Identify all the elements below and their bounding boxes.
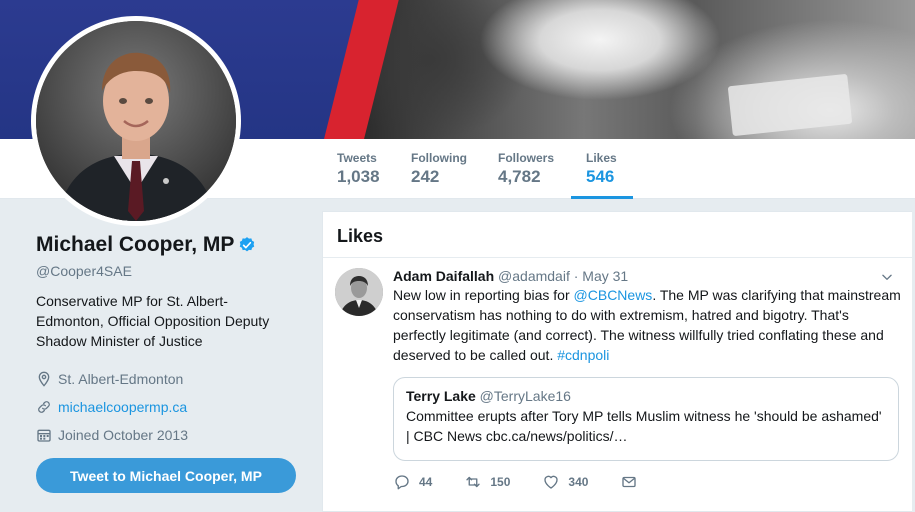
location-pin-icon (38, 371, 50, 387)
stat-value: 546 (586, 167, 615, 186)
tweet-text-part: New low in reporting bias for (393, 287, 574, 303)
stat-followers[interactable]: Followers 4,782 (498, 139, 554, 199)
timeline-title: Likes (323, 212, 912, 258)
person-portrait-icon (36, 21, 236, 221)
joined-text: Joined October 2013 (58, 427, 188, 443)
stat-likes[interactable]: Likes 546 (571, 139, 633, 199)
tweet-author-handle[interactable]: @adamdaif (498, 268, 570, 284)
quoted-tweet[interactable]: Terry Lake @TerryLake16 Committee erupts… (393, 377, 899, 461)
envelope-icon (622, 476, 637, 488)
tweet-date[interactable]: · May 31 (574, 268, 628, 284)
tweet-author-name[interactable]: Adam Daifallah (393, 268, 494, 284)
stat-label: Tweets (337, 151, 377, 165)
tweet-header: Adam Daifallah @adamdaif · May 31 (393, 268, 898, 284)
reply-button[interactable]: 44 (393, 473, 432, 491)
stat-value: 1,038 (337, 167, 380, 186)
quoted-author-name: Terry Lake (406, 388, 476, 404)
profile-name[interactable]: Michael Cooper, MP (36, 233, 234, 257)
chevron-down-icon[interactable] (880, 270, 894, 284)
tweet-author-avatar[interactable] (335, 268, 383, 316)
stat-value: 4,782 (498, 167, 541, 186)
retweet-count: 150 (490, 475, 511, 489)
person-portrait-icon (335, 268, 383, 316)
location-text: St. Albert-Edmonton (58, 371, 184, 387)
profile-bio: Conservative MP for St. Albert-Edmonton,… (36, 293, 270, 349)
stat-following[interactable]: Following 242 (411, 139, 467, 199)
reply-icon (395, 475, 409, 490)
heart-icon (544, 475, 559, 489)
stat-value: 242 (411, 167, 440, 186)
profile-handle[interactable]: @Cooper4SAE (36, 263, 306, 279)
retweet-button[interactable]: 150 (464, 473, 510, 491)
stat-tweets[interactable]: Tweets 1,038 (337, 139, 380, 199)
likes-timeline: Likes Adam Daifallah @adamdaif · May 31 … (322, 211, 912, 512)
stat-label: Following (411, 151, 467, 165)
calendar-icon (37, 429, 51, 442)
tweet-to-button[interactable]: Tweet to Michael Cooper, MP (36, 458, 296, 493)
profile-joined: Joined October 2013 (36, 421, 306, 449)
link-icon (38, 401, 50, 413)
profile-card: Michael Cooper, MP @Cooper4SAE Conservat… (36, 233, 306, 449)
hashtag-link[interactable]: #cdnpoli (557, 347, 609, 363)
avatar-photo (36, 21, 236, 221)
like-count: 340 (568, 475, 589, 489)
direct-message-button[interactable] (620, 473, 646, 491)
stat-label: Followers (498, 151, 555, 165)
quoted-tweet-text: Committee erupts after Tory MP tells Mus… (406, 408, 882, 444)
profile-location: St. Albert-Edmonton (36, 365, 306, 393)
website-link[interactable]: michaelcoopermp.ca (58, 399, 187, 415)
tweet-text: New low in reporting bias for @CBCNews. … (393, 285, 903, 365)
like-button[interactable]: 340 (542, 473, 588, 491)
quoted-author-handle: @TerryLake16 (479, 388, 571, 404)
profile-website[interactable]: michaelcoopermp.ca (36, 393, 306, 421)
profile-avatar[interactable] (31, 16, 241, 226)
tweet-item[interactable]: Adam Daifallah @adamdaif · May 31 New lo… (323, 258, 912, 512)
verified-badge-icon (240, 237, 255, 252)
quoted-tweet-header: Terry Lake @TerryLake16 (406, 388, 886, 404)
tweet-actions: 44 150 340 (393, 473, 898, 491)
retweet-icon (466, 476, 481, 488)
stat-label: Likes (586, 151, 617, 165)
reply-count: 44 (419, 475, 433, 489)
mention-link[interactable]: @CBCNews (574, 287, 653, 303)
